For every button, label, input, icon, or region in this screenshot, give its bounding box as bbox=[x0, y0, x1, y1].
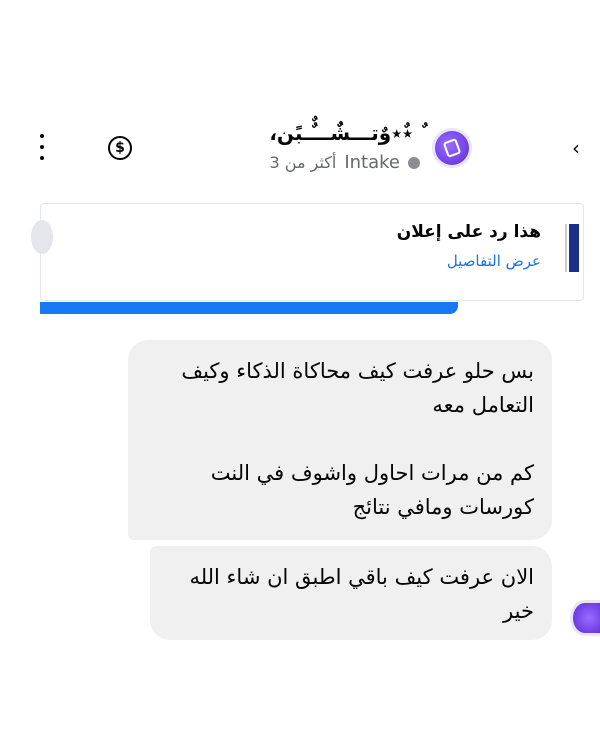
dollar-circle-icon[interactable]: $ bbox=[108, 136, 132, 160]
ad-card-text: هذا رد على إعلان عرض التفاصيل bbox=[397, 222, 541, 270]
ad-media-edge bbox=[31, 220, 53, 254]
view-details-link[interactable]: عرض التفاصيل bbox=[397, 252, 541, 270]
ad-media-bar bbox=[40, 302, 458, 314]
status-dot-icon bbox=[408, 156, 420, 169]
page-logo-icon bbox=[442, 138, 462, 158]
chevron-left-icon[interactable]: ‹ bbox=[572, 138, 592, 158]
more-dot bbox=[40, 134, 44, 138]
message-text: كم من مرات احاول واشوف في النت كورسات وم… bbox=[210, 461, 534, 519]
contact-info[interactable]: ٌ ٭ٌ٭وٌتـــشٌٌـــٌٌـبًن، Intake أكثر من … bbox=[140, 118, 420, 173]
ad-reply-card[interactable]: هذا رد على إعلان عرض التفاصيل bbox=[31, 203, 584, 301]
avatar[interactable] bbox=[432, 128, 472, 168]
message-text: بس حلو عرفت كيف محاكاة الذكاء وكيف التعا… bbox=[181, 359, 534, 417]
status-row: Intake أكثر من 3 bbox=[140, 152, 420, 173]
message-bubble[interactable]: بس حلو عرفت كيف محاكاة الذكاء وكيف التعا… bbox=[128, 340, 552, 540]
ad-thumbnail bbox=[567, 224, 579, 272]
message-text: الان عرفت كيف باقي اطبق ان شاء الله خير bbox=[189, 565, 534, 623]
conversation-header: $ ٌ ٭ٌ٭وٌتـــشٌٌـــٌٌـبًن، Intake أكثر م… bbox=[0, 112, 600, 182]
message-bubble[interactable]: الان عرفت كيف باقي اطبق ان شاء الله خير bbox=[150, 546, 552, 640]
sender-avatar[interactable] bbox=[570, 600, 600, 636]
more-dot bbox=[40, 145, 44, 149]
ad-reply-title: هذا رد على إعلان bbox=[396, 222, 541, 242]
page-title: ٌ ٭ٌ٭وٌتـــشٌٌـــٌٌـبًن، bbox=[269, 121, 420, 145]
status-label: Intake bbox=[344, 152, 400, 173]
active-time: أكثر من 3 bbox=[269, 153, 337, 172]
more-options-icon[interactable] bbox=[34, 134, 50, 160]
more-dot bbox=[40, 156, 44, 160]
